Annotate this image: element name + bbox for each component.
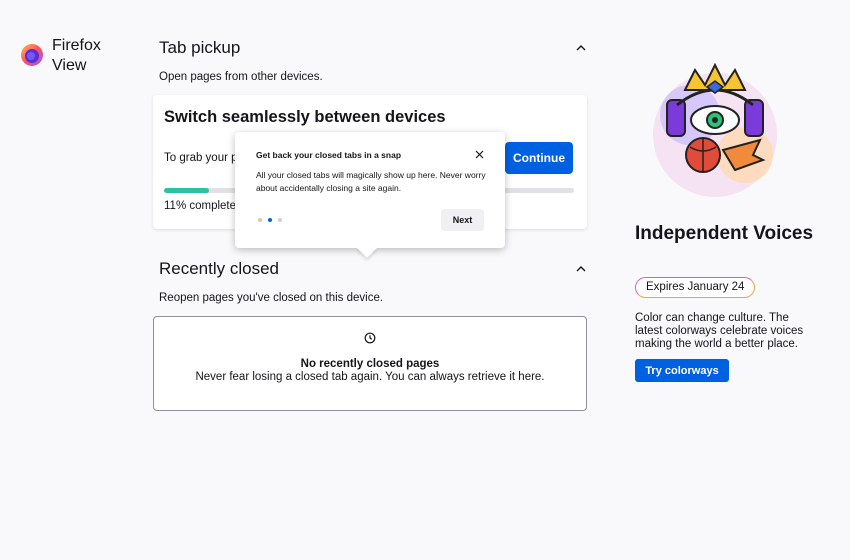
empty-state-text: Never fear losing a closed tab again. Yo…: [195, 371, 545, 383]
empty-state-title: No recently closed pages: [300, 358, 440, 370]
continue-button[interactable]: Continue: [505, 142, 573, 174]
recently-closed-empty-state: No recently closed pages Never fear losi…: [153, 316, 587, 411]
step-dot: [268, 218, 272, 222]
chevron-up-icon[interactable]: [575, 263, 587, 275]
colorway-illustration: [653, 62, 777, 197]
callout-step-indicator: [258, 218, 282, 222]
setup-card-text: To grab your p: [164, 152, 238, 164]
clock-icon: [364, 332, 376, 344]
tab-pickup-heading: Tab pickup: [159, 38, 241, 57]
promo-body: Color can change culture. The latest col…: [635, 312, 804, 350]
callout-title: Get back your closed tabs in a snap: [256, 150, 402, 160]
promo-title: Independent Voices: [635, 223, 814, 244]
try-colorways-button[interactable]: Try colorways: [635, 359, 729, 382]
next-button[interactable]: Next: [441, 209, 484, 231]
chevron-up-icon[interactable]: [575, 42, 587, 54]
firefox-logo-icon: [21, 44, 43, 66]
expiry-badge: Expires January 24: [635, 277, 756, 298]
callout-body: All your closed tabs will magically show…: [256, 170, 486, 193]
setup-progress-fill: [164, 188, 210, 193]
tab-pickup-subtitle: Open pages from other devices.: [159, 71, 323, 83]
setup-card-title: Switch seamlessly between devices: [164, 108, 446, 126]
progress-text: 11% complete: [164, 200, 237, 212]
step-dot: [278, 218, 282, 222]
close-icon[interactable]: [475, 150, 484, 159]
recently-closed-subtitle: Reopen pages you've closed on this devic…: [159, 292, 384, 304]
feature-callout: Get back your closed tabs in a snap All …: [235, 132, 505, 258]
recently-closed-heading: Recently closed: [159, 259, 280, 278]
recently-closed-header[interactable]: Recently closed: [159, 259, 587, 279]
app-name: Firefox View: [52, 37, 101, 74]
tab-pickup-header[interactable]: Tab pickup: [159, 38, 587, 58]
callout-arrow: [357, 238, 377, 258]
step-dot: [258, 218, 262, 222]
app-title: Firefox View: [20, 36, 112, 76]
